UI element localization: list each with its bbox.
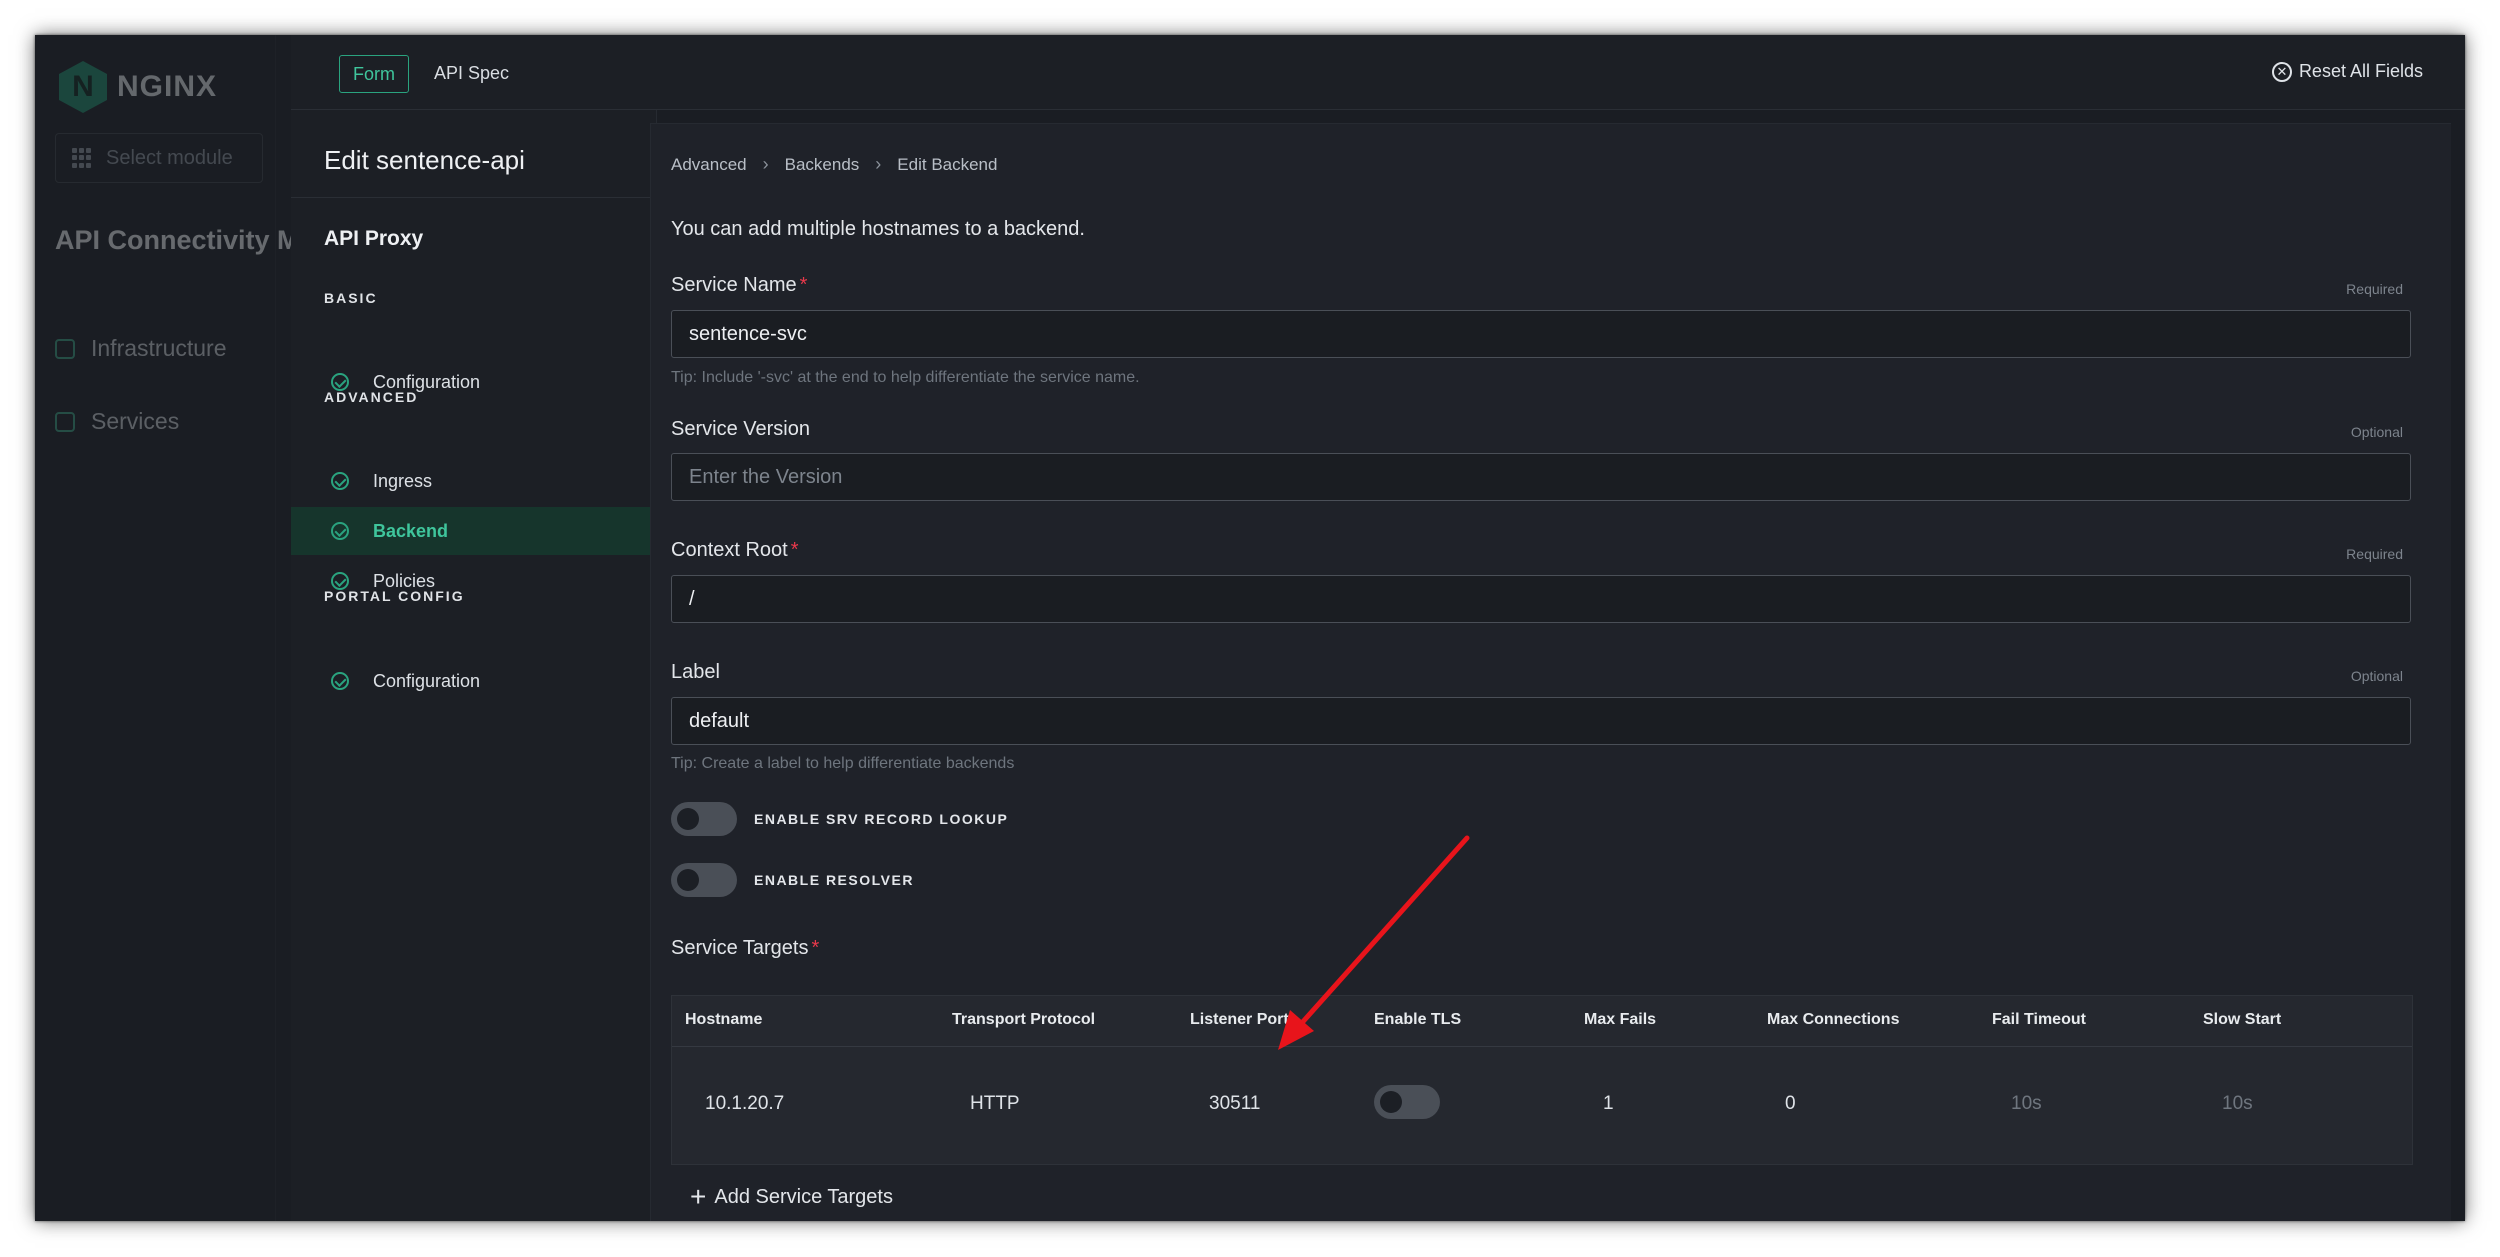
- annotation-arrow-shaft: [1297, 835, 1470, 1028]
- annotation-arrow: [1278, 835, 1470, 1050]
